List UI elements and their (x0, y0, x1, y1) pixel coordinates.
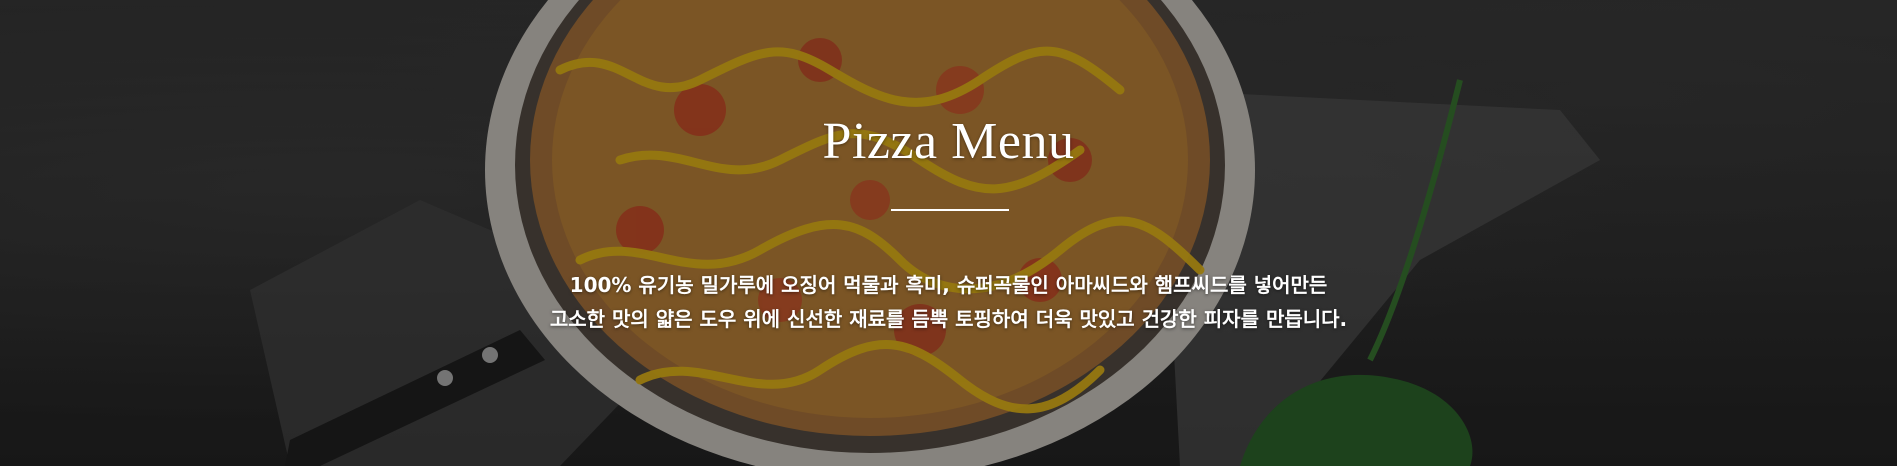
hero-description: 100% 유기농 밀가루에 오징어 먹물과 흑미, 슈퍼곡물인 아마씨드와 햄프… (0, 268, 1897, 336)
title-divider (891, 209, 1009, 211)
hero-banner: Pizza Menu 100% 유기농 밀가루에 오징어 먹물과 흑미, 슈퍼곡… (0, 0, 1897, 466)
page-title: Pizza Menu (822, 113, 1075, 170)
hero-content: Pizza Menu 100% 유기농 밀가루에 오징어 먹물과 흑미, 슈퍼곡… (0, 0, 1897, 466)
description-line-1: 100% 유기농 밀가루에 오징어 먹물과 흑미, 슈퍼곡물인 아마씨드와 햄프… (569, 273, 1328, 297)
description-line-2: 고소한 맛의 얇은 도우 위에 신선한 재료를 듬뿍 토핑하여 더욱 맛있고 건… (549, 307, 1348, 331)
